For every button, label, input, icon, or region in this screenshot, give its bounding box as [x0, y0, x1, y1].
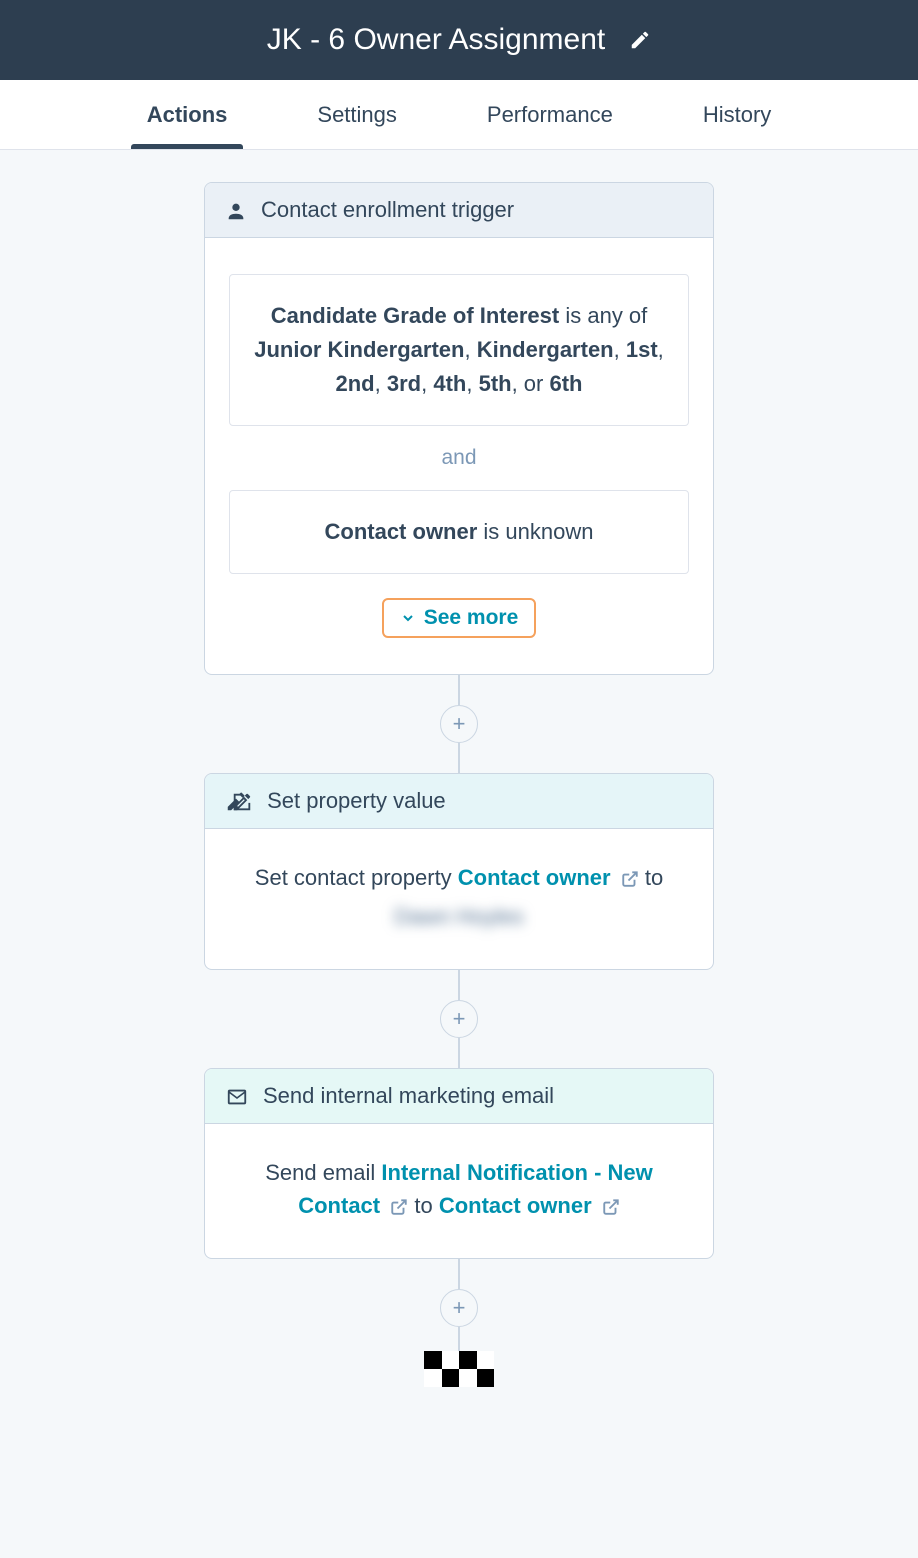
- set-property-card[interactable]: Set property value Set contact property …: [204, 773, 714, 970]
- connector: [458, 1259, 460, 1289]
- page-header: JK - 6 Owner Assignment: [0, 0, 918, 80]
- trigger-card[interactable]: Contact enrollment trigger Candidate Gra…: [204, 182, 714, 675]
- send-email-title: Send internal marketing email: [263, 1083, 554, 1109]
- set-property-body: Set contact property Contact owner to Da…: [205, 829, 713, 969]
- trigger-card-header: Contact enrollment trigger: [205, 183, 713, 238]
- add-step-button[interactable]: +: [440, 1289, 478, 1327]
- condition-group: Candidate Grade of Interest is any of Ju…: [229, 274, 689, 574]
- connector: [458, 675, 460, 705]
- connector: [458, 743, 460, 773]
- chevron-down-icon: [400, 606, 416, 630]
- send-email-card[interactable]: Send internal marketing email Send email…: [204, 1068, 714, 1259]
- contact-icon: [225, 197, 247, 223]
- send-email-header: Send internal marketing email: [205, 1069, 713, 1124]
- external-link-icon: [390, 1193, 414, 1218]
- finish-flag-icon: [424, 1351, 494, 1387]
- external-link-icon: [621, 865, 645, 890]
- edit-title-icon[interactable]: [629, 29, 651, 51]
- workflow-canvas: Contact enrollment trigger Candidate Gra…: [0, 150, 918, 1427]
- tab-history[interactable]: History: [703, 80, 771, 149]
- set-property-title: Set property value: [267, 788, 446, 814]
- connector: [458, 970, 460, 1000]
- tab-actions[interactable]: Actions: [147, 80, 228, 149]
- condition-1[interactable]: Candidate Grade of Interest is any of Ju…: [229, 274, 689, 426]
- workflow-title: JK - 6 Owner Assignment: [267, 23, 605, 57]
- property-link[interactable]: Contact owner: [458, 865, 645, 890]
- send-email-body: Send email Internal Notification - New C…: [205, 1124, 713, 1258]
- recipient-link[interactable]: Contact owner: [439, 1193, 620, 1218]
- set-property-header: Set property value: [205, 774, 713, 829]
- trigger-card-body: Candidate Grade of Interest is any of Ju…: [205, 238, 713, 674]
- edit-square-icon: [225, 788, 253, 814]
- add-step-button[interactable]: +: [440, 705, 478, 743]
- connector: [458, 1327, 460, 1351]
- tab-settings[interactable]: Settings: [317, 80, 397, 149]
- owner-value-redacted: Dawn Hoyles: [394, 900, 524, 933]
- add-step-button[interactable]: +: [440, 1000, 478, 1038]
- tab-performance[interactable]: Performance: [487, 80, 613, 149]
- condition-2[interactable]: Contact owner is unknown: [229, 490, 689, 574]
- see-more-button[interactable]: See more: [382, 598, 537, 638]
- envelope-icon: [225, 1083, 249, 1109]
- condition-and: and: [229, 442, 689, 474]
- connector: [458, 1038, 460, 1068]
- trigger-card-title: Contact enrollment trigger: [261, 197, 514, 223]
- tab-bar: Actions Settings Performance History: [0, 80, 918, 150]
- external-link-icon: [602, 1193, 620, 1218]
